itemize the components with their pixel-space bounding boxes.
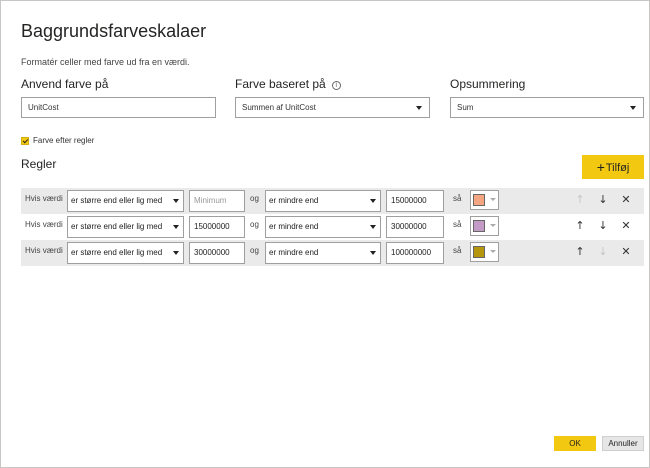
- summary-label: Opsummering: [450, 77, 526, 91]
- color-swatch: [473, 220, 485, 232]
- rule-operator-1-value: er større end eller lig med: [71, 248, 163, 257]
- rule-then-label: så: [453, 246, 462, 255]
- chevron-down-icon: [416, 106, 422, 110]
- chevron-down-icon: [630, 106, 636, 110]
- rule-value-2-input[interactable]: 100000000: [386, 242, 444, 264]
- rule-value-2-input[interactable]: 15000000: [386, 190, 444, 212]
- move-up-icon[interactable]: ↑: [572, 192, 588, 208]
- plus-icon: +: [596, 159, 605, 175]
- chevron-down-icon: [490, 198, 496, 201]
- apply-field-value: UnitCost: [28, 103, 59, 112]
- rule-row: Hvis værdi er større end eller lig med 1…: [21, 214, 644, 240]
- move-up-icon[interactable]: ↑: [572, 244, 588, 260]
- summary-value: Sum: [457, 103, 474, 112]
- rules-checkbox-label: Farve efter regler: [33, 136, 95, 145]
- move-down-icon[interactable]: ↓: [595, 218, 611, 234]
- rule-value-1-input[interactable]: 15000000: [189, 216, 245, 238]
- chevron-down-icon: [173, 225, 179, 229]
- chevron-down-icon: [173, 199, 179, 203]
- rule-operator-1-select[interactable]: er større end eller lig med: [67, 242, 184, 264]
- rule-conjunction: og: [250, 220, 259, 229]
- rule-operator-2-select[interactable]: er mindre end: [265, 242, 381, 264]
- based-on-dropdown[interactable]: Summen af UnitCost: [235, 97, 430, 118]
- chevron-down-icon: [490, 250, 496, 253]
- chevron-down-icon: [370, 225, 376, 229]
- rule-then-label: så: [453, 220, 462, 229]
- rule-then-label: så: [453, 194, 462, 203]
- cancel-button[interactable]: Annuller: [602, 436, 644, 451]
- rule-row: Hvis værdi er større end eller lig med 3…: [21, 240, 644, 266]
- rule-operator-1-select[interactable]: er større end eller lig med: [67, 216, 184, 238]
- rules-title: Regler: [21, 157, 57, 171]
- rule-operator-1-value: er større end eller lig med: [71, 222, 163, 231]
- close-icon[interactable]: ✕: [618, 218, 634, 234]
- rule-conjunction: og: [250, 194, 259, 203]
- rule-prefix: Hvis værdi: [25, 220, 63, 229]
- rule-color-picker[interactable]: [470, 190, 499, 210]
- dialog: Baggrundsfarveskalaer Formatér celler me…: [0, 0, 650, 468]
- info-icon[interactable]: i: [331, 81, 341, 90]
- move-up-icon[interactable]: ↑: [572, 218, 588, 234]
- rule-operator-1-value: er større end eller lig med: [71, 196, 163, 205]
- chevron-down-icon: [370, 251, 376, 255]
- rule-conjunction: og: [250, 246, 259, 255]
- rule-operator-1-select[interactable]: er større end eller lig med: [67, 190, 184, 212]
- close-icon[interactable]: ✕: [618, 192, 634, 208]
- based-on-value: Summen af UnitCost: [242, 103, 316, 112]
- rule-value-1-input[interactable]: Minimum: [189, 190, 245, 212]
- rule-row: Hvis værdi er større end eller lig med M…: [21, 188, 644, 214]
- rule-prefix: Hvis værdi: [25, 246, 63, 255]
- add-rule-label: Tilføj: [605, 162, 630, 174]
- rule-operator-2-value: er mindre end: [269, 248, 319, 257]
- apply-label: Anvend farve på: [21, 77, 109, 91]
- rule-operator-2-value: er mindre end: [269, 196, 319, 205]
- rule-operator-2-value: er mindre end: [269, 222, 319, 231]
- color-swatch: [473, 246, 485, 258]
- apply-field[interactable]: UnitCost: [21, 97, 216, 118]
- dialog-subtitle: Formatér celler med farve ud fra en værd…: [21, 57, 190, 67]
- based-on-label-wrap: Farve baseret på i: [235, 77, 341, 91]
- rule-color-picker[interactable]: [470, 242, 499, 262]
- close-icon[interactable]: ✕: [618, 244, 634, 260]
- rule-prefix: Hvis værdi: [25, 194, 63, 203]
- ok-button[interactable]: OK: [554, 436, 596, 451]
- dialog-title: Baggrundsfarveskalaer: [21, 21, 207, 41]
- chevron-down-icon: [173, 251, 179, 255]
- move-down-icon[interactable]: ↓: [595, 192, 611, 208]
- chevron-down-icon: [370, 199, 376, 203]
- rule-operator-2-select[interactable]: er mindre end: [265, 216, 381, 238]
- summary-dropdown[interactable]: Sum: [450, 97, 644, 118]
- add-rule-button[interactable]: +Tilføj: [582, 155, 644, 179]
- rules-checkbox[interactable]: [21, 137, 29, 145]
- rule-operator-2-select[interactable]: er mindre end: [265, 190, 381, 212]
- move-down-icon[interactable]: ↓: [595, 244, 611, 260]
- rule-color-picker[interactable]: [470, 216, 499, 236]
- rule-value-2-input[interactable]: 30000000: [386, 216, 444, 238]
- chevron-down-icon: [490, 224, 496, 227]
- based-on-label: Farve baseret på: [235, 77, 326, 91]
- color-swatch: [473, 194, 485, 206]
- rule-value-1-input[interactable]: 30000000: [189, 242, 245, 264]
